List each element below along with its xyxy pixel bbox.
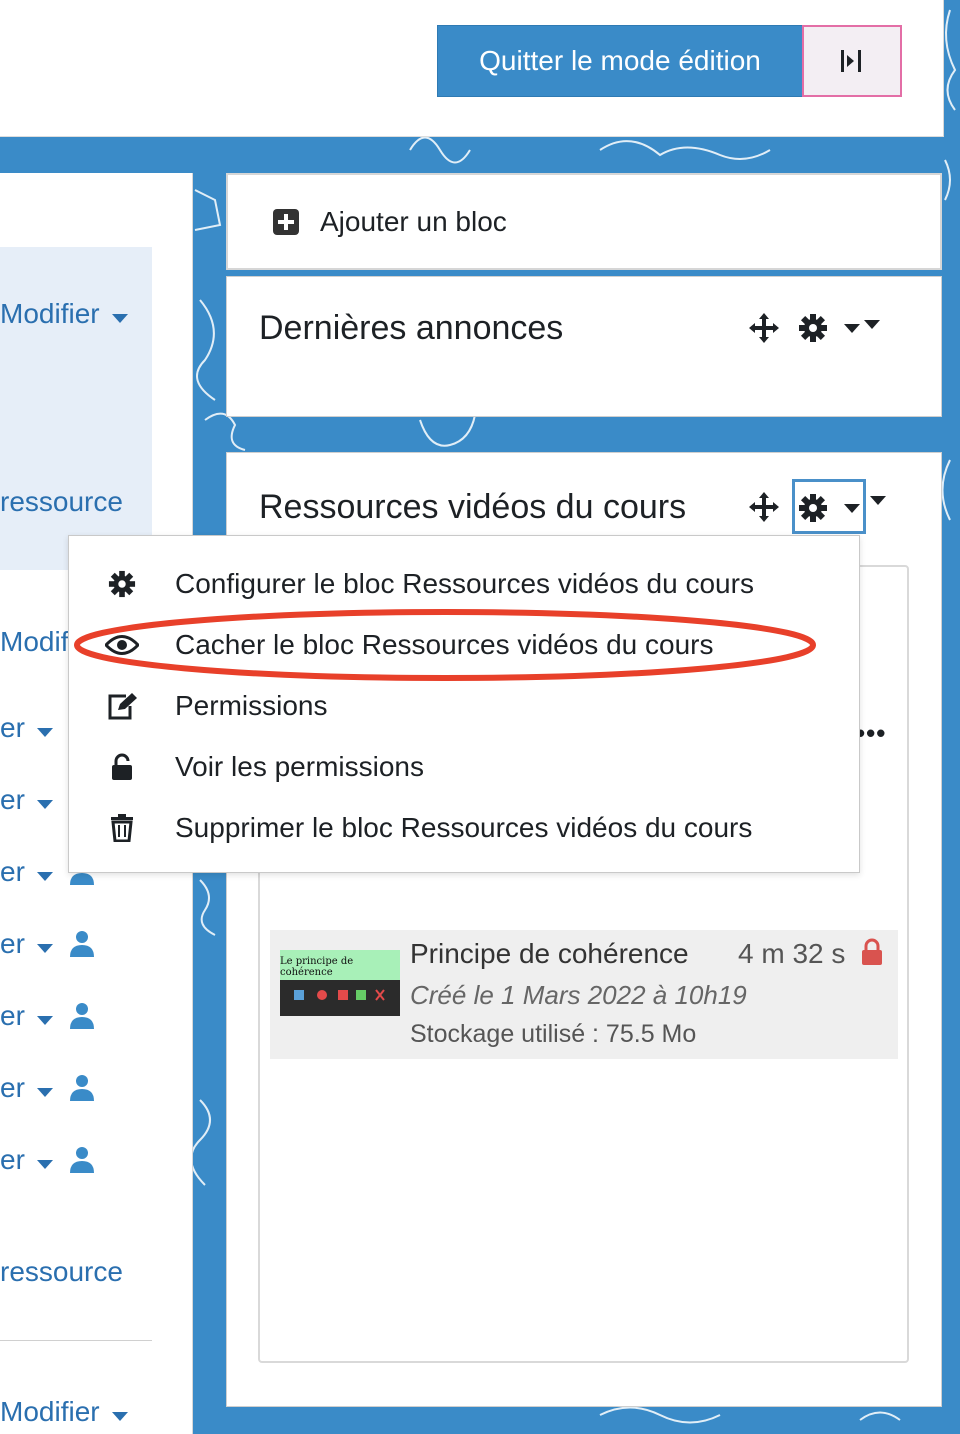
drawer-toggle-button[interactable] <box>802 25 902 97</box>
edit-link[interactable]: Modifier <box>0 1396 100 1427</box>
thumbnail-graphics <box>294 989 385 1001</box>
video-created-date: Créé le 1 Mars 2022 à 10h19 <box>410 980 747 1010</box>
gear-icon[interactable] <box>798 313 828 343</box>
user-group-icon[interactable] <box>69 1146 95 1174</box>
add-block-button[interactable]: Ajouter un bloc <box>226 173 942 270</box>
edit-link-partial[interactable]: Modif <box>0 626 68 658</box>
block-controls <box>748 491 780 523</box>
edit-link-fragment[interactable]: er <box>0 712 25 743</box>
video-storage: Stockage utilisé : 75.5 Mo <box>410 1020 697 1048</box>
block-actions-menu: Configurer le bloc Ressources vidéos du … <box>68 535 860 873</box>
add-resource-link[interactable]: ressource <box>0 1256 123 1288</box>
caret-down-icon <box>36 728 53 738</box>
video-title[interactable]: Principe de cohérence <box>410 938 689 970</box>
section-edit-menu[interactable]: Modifier <box>0 1396 128 1428</box>
caret-down-icon <box>36 1088 53 1098</box>
edit-link-fragment[interactable]: er <box>0 928 25 959</box>
caret-down-icon <box>36 1160 53 1170</box>
menu-item-permissions[interactable]: Permissions <box>69 675 861 736</box>
caret-down-icon <box>36 800 53 810</box>
quit-edit-mode-button[interactable]: Quitter le mode édition <box>437 25 803 97</box>
gear-icon <box>108 570 136 597</box>
caret-down-icon <box>111 1412 128 1422</box>
activity-edit-row[interactable]: er <box>0 712 53 744</box>
plus-square-icon <box>273 208 299 235</box>
menu-item-delete[interactable]: Supprimer le bloc Ressources vidéos du c… <box>69 797 861 858</box>
course-section-highlighted <box>0 247 152 570</box>
edit-link[interactable]: Modifier <box>0 298 100 329</box>
user-group-icon[interactable] <box>69 1074 95 1102</box>
edit-link-fragment[interactable]: er <box>0 1000 25 1031</box>
thumbnail-title: Le principe de cohérence <box>280 950 400 980</box>
block-title: Ressources vidéos du cours <box>259 488 687 526</box>
trash-icon <box>111 813 133 842</box>
caret-down-icon[interactable] <box>844 323 860 333</box>
activity-edit-row[interactable]: er <box>0 1072 53 1104</box>
section-edit-menu[interactable]: Modifier <box>0 298 128 330</box>
menu-item-label: Configurer le bloc Ressources vidéos du … <box>175 567 754 599</box>
activity-edit-row[interactable]: er <box>0 928 53 960</box>
edit-link-fragment[interactable]: er <box>0 784 25 815</box>
caret-down-icon[interactable] <box>870 496 886 505</box>
video-thumbnail[interactable]: Le principe de cohérence <box>280 950 400 1016</box>
move-icon[interactable] <box>748 491 780 523</box>
user-group-icon[interactable] <box>69 1002 95 1030</box>
move-icon[interactable] <box>748 312 780 344</box>
caret-down-icon[interactable] <box>844 504 860 513</box>
edit-link-fragment[interactable]: er <box>0 1072 25 1103</box>
activity-edit-row[interactable]: er <box>0 1000 53 1032</box>
caret-down-icon <box>36 944 53 954</box>
activity-edit-row[interactable]: er <box>0 856 53 888</box>
edit-link-fragment[interactable]: er <box>0 856 25 887</box>
menu-item-view-permissions[interactable]: Voir les permissions <box>69 736 861 797</box>
add-block-label: Ajouter un bloc <box>320 205 507 237</box>
activity-edit-row[interactable]: er <box>0 1144 53 1176</box>
add-resource-link[interactable]: ressource <box>0 486 123 518</box>
block-controls <box>748 312 880 344</box>
edit-icon <box>108 692 137 719</box>
menu-item-label: Permissions <box>175 689 328 721</box>
caret-down-icon <box>111 314 128 324</box>
menu-item-label: Supprimer le bloc Ressources vidéos du c… <box>175 811 753 843</box>
caret-down-icon <box>36 1016 53 1026</box>
caret-down-icon <box>36 872 53 882</box>
video-duration: 4 m 32 s <box>738 938 846 969</box>
caret-down-icon[interactable] <box>864 319 880 329</box>
section-divider <box>0 1340 152 1341</box>
unlock-icon <box>112 753 132 780</box>
user-group-icon[interactable] <box>69 930 95 958</box>
menu-item-label: Voir les permissions <box>175 750 424 782</box>
highlight-ellipse <box>74 609 816 681</box>
toggle-drawer-icon <box>841 50 861 72</box>
activity-edit-row[interactable]: er <box>0 784 53 816</box>
menu-item-configure[interactable]: Configurer le bloc Ressources vidéos du … <box>69 553 861 614</box>
block-title: Dernières annonces <box>259 309 564 347</box>
edit-link-fragment[interactable]: er <box>0 1144 25 1175</box>
lock-icon <box>862 938 882 965</box>
gear-icon[interactable] <box>798 493 828 523</box>
